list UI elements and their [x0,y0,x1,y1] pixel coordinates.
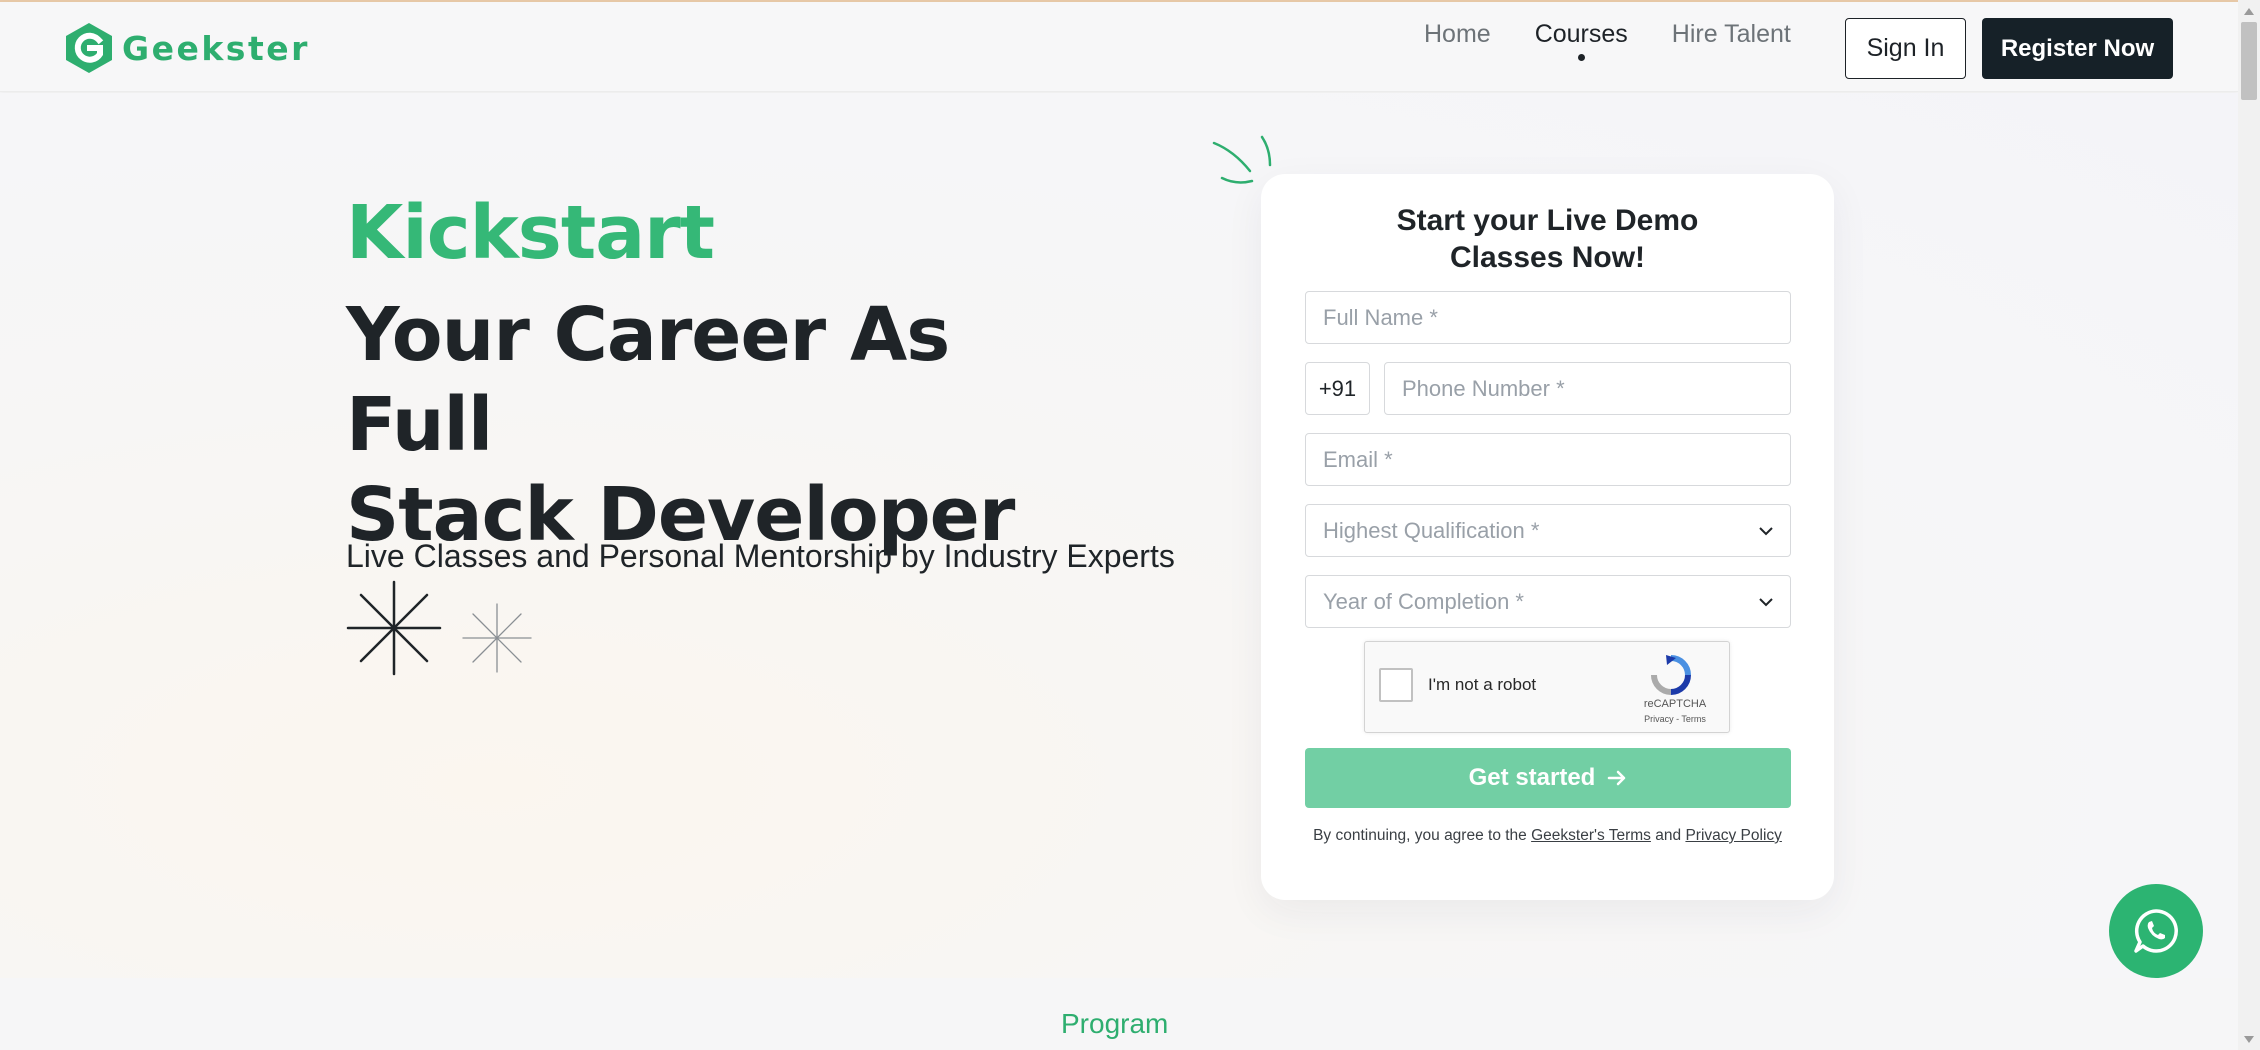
scroll-down-arrow-icon[interactable] [2244,1036,2254,1043]
nav-courses[interactable]: Courses [1534,20,1628,61]
sign-in-button[interactable]: Sign In [1845,18,1966,79]
active-indicator-dot [1577,54,1585,61]
hero-kicker: Kickstart [346,190,715,276]
nav-hire-talent[interactable]: Hire Talent [1672,20,1791,49]
privacy-policy-link[interactable]: Privacy Policy [1685,827,1781,844]
whatsapp-icon [2134,909,2178,953]
year-of-completion-select[interactable]: Year of Completion * [1305,575,1791,628]
chevron-down-icon [1759,598,1773,607]
large-star-burst-icon [346,580,442,676]
hero-title-line1: Your Career As Full [346,292,950,468]
program-section-label: Program [1061,1008,1169,1039]
recaptcha-privacy-terms[interactable]: Privacy - Terms [1630,714,1720,724]
full-name-input[interactable]: Full Name * [1305,291,1791,344]
logo-hexagon-icon [66,23,112,73]
nav-links: Home Courses Hire Talent [1424,20,1835,61]
phone-number-input[interactable]: Phone Number * [1384,362,1791,415]
country-code-field[interactable]: +91 [1305,362,1370,415]
recaptcha-checkbox[interactable] [1379,668,1413,702]
email-input[interactable]: Email * [1305,433,1791,486]
hero-section [0,93,2238,978]
scroll-up-arrow-icon[interactable] [2244,8,2254,15]
form-title-line2: Classes Now! [1449,241,1646,274]
recaptcha-widget: I'm not a robot reCAPTCHA Privacy - Term… [1364,641,1730,733]
qualification-select-value: Highest Qualification * [1323,517,1540,543]
year-select-value: Year of Completion * [1323,588,1524,614]
hero-title: Your Career As Full Stack Developer [346,290,1106,560]
scrollbar-thumb[interactable] [2241,22,2257,100]
nav-courses-label: Courses [1534,20,1628,48]
navbar: Geekster Home Courses Hire Talent Sign I… [0,2,2238,92]
terms-notice: By continuing, you agree to the Geekster… [1311,818,1784,853]
logo-text: Geekster [122,28,310,68]
register-now-button[interactable]: Register Now [1982,18,2173,79]
get-started-button[interactable]: Get started [1305,748,1791,808]
terms-and: and [1655,827,1682,844]
demo-signup-form: Start your Live Demo Classes Now! Full N… [1261,174,1834,900]
arrow-right-icon [1608,770,1626,786]
chevron-down-icon [1759,527,1773,536]
logo[interactable]: Geekster [64,22,310,74]
recaptcha-label: I'm not a robot [1428,675,1537,694]
get-started-label: Get started [1468,764,1596,791]
recaptcha-logo-icon [1651,655,1691,695]
form-title: Start your Live Demo Classes Now! [1261,202,1834,276]
recaptcha-brand: reCAPTCHA [1643,698,1707,710]
terms-prefix: By continuing, you agree to the [1313,827,1527,844]
nav-home[interactable]: Home [1424,20,1491,49]
hero-subtitle: Live Classes and Personal Mentorship by … [346,538,1175,574]
vertical-scrollbar[interactable] [2238,0,2260,1050]
small-star-burst-icon [462,603,532,673]
whatsapp-chat-button[interactable] [2109,884,2203,978]
qualification-select[interactable]: Highest Qualification * [1305,504,1791,557]
form-title-line1: Start your Live Demo [1396,204,1699,237]
geekster-terms-link[interactable]: Geekster's Terms [1531,827,1651,844]
